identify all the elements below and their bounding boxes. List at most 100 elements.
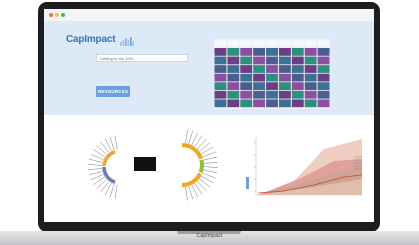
heatmap-cell <box>266 99 278 108</box>
chord-spoke <box>188 185 194 200</box>
heatmap-cell <box>278 48 291 56</box>
heatmap-column-header <box>318 40 329 46</box>
heatmap-cell <box>317 82 330 91</box>
heatmap-cell <box>253 99 266 108</box>
heatmap-cell <box>240 73 253 82</box>
logo-text: CapImpact <box>66 34 116 45</box>
chord-spoke <box>114 135 118 150</box>
heatmap-cell <box>291 90 304 99</box>
device-brand-label: CapImpact <box>196 233 223 239</box>
heatmap-cell <box>278 73 291 82</box>
chord-spoke <box>88 171 103 176</box>
heatmap-cell <box>291 82 304 91</box>
heatmap-cell <box>214 82 227 91</box>
chord-spoke <box>109 184 115 198</box>
heatmap-cell <box>317 48 330 56</box>
heatmap-column-header <box>305 40 317 46</box>
heatmap-grid[interactable] <box>214 39 330 109</box>
heatmap-cell <box>253 56 266 65</box>
chord-spoke <box>88 164 103 166</box>
heatmap-cell <box>240 65 253 73</box>
heatmap-column-header <box>240 40 252 46</box>
heatmap-cell <box>266 90 278 99</box>
heatmap-cell <box>278 82 291 91</box>
heatmap-cell <box>214 99 227 108</box>
heatmap-cell <box>304 99 317 108</box>
heatmap-cell <box>227 82 240 91</box>
heatmap-cell <box>227 73 240 82</box>
chord-spoke <box>88 158 103 163</box>
window-chrome <box>44 9 374 21</box>
chord-spoke <box>185 129 188 144</box>
heatmap-cell <box>317 90 330 99</box>
chord-spoke <box>96 179 107 189</box>
heatmap-cell <box>214 48 227 56</box>
resources-button[interactable]: RESOURCES <box>96 86 130 97</box>
heatmap-cell <box>253 90 266 99</box>
heatmap-cell <box>304 65 317 73</box>
heatmap-cell <box>266 56 278 65</box>
heatmap-cell <box>291 56 304 65</box>
heatmap-cell <box>253 82 266 91</box>
chord-spoke <box>188 130 194 145</box>
chord-spoke <box>104 138 112 152</box>
bar-mark-icon <box>120 37 134 46</box>
heatmap-cell <box>317 73 330 82</box>
chord-spoke <box>100 181 110 193</box>
heatmap-column-header <box>227 40 239 46</box>
heatmap-cell <box>240 48 253 56</box>
heatmap-cell <box>266 73 278 82</box>
heatmap-cell <box>227 65 240 73</box>
chord-spoke <box>100 141 110 153</box>
chord-center-block <box>134 157 156 171</box>
heatmap-cell <box>291 99 304 108</box>
heatmap-cell <box>317 56 330 65</box>
heatmap-cell <box>253 48 266 56</box>
chord-spoke <box>109 136 115 150</box>
heatmap-cell <box>291 73 304 82</box>
heatmap-cell <box>266 65 278 73</box>
heatmap-cell <box>253 73 266 82</box>
heatmap-cell <box>214 56 227 65</box>
chord-spoke <box>96 145 107 155</box>
heatmap-cell <box>278 90 291 99</box>
heatmap-column-header <box>215 40 226 46</box>
heatmap-cell <box>240 56 253 65</box>
heatmap-cell <box>253 65 266 73</box>
heatmap-cell <box>278 56 291 65</box>
chord-spoke <box>185 186 188 201</box>
heatmap-cell <box>214 73 227 82</box>
heatmap-column-header <box>253 40 265 46</box>
heatmap-cell <box>304 56 317 65</box>
chord-spoke <box>88 168 103 170</box>
heatmap-cell <box>304 82 317 91</box>
heatmap-column-header <box>266 40 278 46</box>
screen: CapImpact RESOURCES <box>44 9 374 222</box>
heatmap-cell <box>304 73 317 82</box>
stacked-area-chart <box>246 137 363 196</box>
close-dot-icon[interactable] <box>49 13 53 17</box>
heatmap-cell <box>227 99 240 108</box>
heatmap-cell <box>317 65 330 73</box>
heatmap-cell <box>227 56 240 65</box>
heatmap-cell <box>266 82 278 91</box>
heatmap-cell <box>291 48 304 56</box>
heatmap-cell <box>240 99 253 108</box>
chord-arc <box>102 166 116 184</box>
chord-spoke <box>104 182 112 196</box>
heatmap-column-header <box>279 40 291 46</box>
heatmap-cell <box>304 48 317 56</box>
search-input[interactable] <box>96 54 188 62</box>
heatmap-cell <box>291 65 304 73</box>
heatmap-cell <box>266 48 278 56</box>
heatmap-cell <box>240 82 253 91</box>
minimize-dot-icon[interactable] <box>55 13 59 17</box>
heatmap-cell <box>227 90 240 99</box>
heatmap-cell <box>304 90 317 99</box>
maximize-dot-icon[interactable] <box>61 13 65 17</box>
heatmap-cell <box>278 99 291 108</box>
area-side-marker <box>246 177 249 189</box>
heatmap-cell <box>214 65 227 73</box>
chord-spoke <box>114 184 118 199</box>
heatmap-cell <box>240 90 253 99</box>
